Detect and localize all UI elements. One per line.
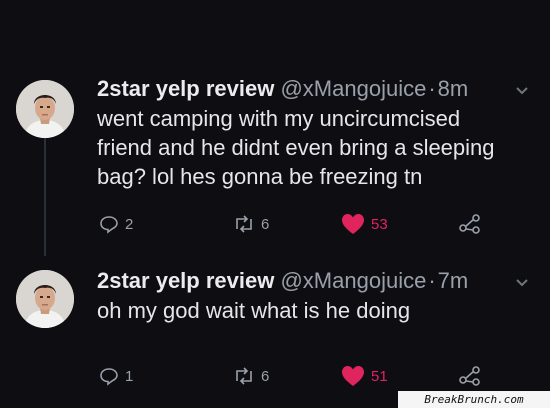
separator: ·: [428, 268, 436, 293]
retweet-icon: [233, 367, 255, 385]
tweet-actions: 1 6 51: [97, 364, 497, 388]
watermark: BreakBrunch.com: [398, 391, 550, 408]
timestamp[interactable]: 8m: [438, 76, 469, 101]
tweet-text-line: bag? lol hes gonna be freezing tn: [97, 164, 423, 189]
share-button[interactable]: [459, 366, 481, 386]
heart-icon: [341, 213, 365, 235]
reply-count: 2: [125, 215, 134, 233]
user-handle[interactable]: @xMangojuice: [280, 76, 426, 101]
heart-icon: [341, 365, 365, 387]
retweet-icon: [233, 215, 255, 233]
avatar[interactable]: [16, 80, 74, 138]
reply-icon: [99, 366, 119, 386]
like-count: 53: [371, 215, 388, 233]
tweet-text-line: oh my god wait what is he doing: [97, 298, 411, 323]
reply-icon: [99, 214, 119, 234]
share-button[interactable]: [459, 214, 481, 234]
retweet-button[interactable]: 6: [233, 367, 269, 385]
reply-count: 1: [125, 367, 134, 385]
display-name[interactable]: 2star yelp review: [97, 76, 274, 101]
user-handle[interactable]: @xMangojuice: [280, 268, 426, 293]
tweet-text: went camping with my uncircumcised frien…: [97, 104, 537, 191]
tweet-text-line: went camping with my uncircumcised: [97, 106, 461, 131]
reply-button[interactable]: 2: [99, 214, 133, 234]
thread-connector: [44, 138, 46, 256]
tweet-text: oh my god wait what is he doing: [97, 296, 537, 325]
timestamp[interactable]: 7m: [438, 268, 469, 293]
retweet-button[interactable]: 6: [233, 215, 269, 233]
reply-button[interactable]: 1: [99, 366, 133, 386]
chevron-down-icon[interactable]: [515, 76, 529, 102]
tweet-text-line: friend and he didnt even bring a sleepin…: [97, 135, 495, 160]
display-name[interactable]: 2star yelp review: [97, 268, 274, 293]
like-count: 51: [371, 367, 388, 385]
share-icon: [459, 214, 481, 234]
retweet-count: 6: [261, 215, 270, 233]
tweet-header: 2star yelp review @xMangojuice·7m: [97, 268, 537, 294]
chevron-down-icon[interactable]: [515, 268, 529, 294]
retweet-count: 6: [261, 367, 270, 385]
avatar[interactable]: [16, 270, 74, 328]
tweet-actions: 2 6 53: [97, 212, 497, 236]
share-icon: [459, 366, 481, 386]
separator: ·: [428, 76, 436, 101]
tweet-header: 2star yelp review @xMangojuice·8m: [97, 76, 537, 102]
like-button[interactable]: 53: [341, 213, 388, 235]
like-button[interactable]: 51: [341, 365, 388, 387]
